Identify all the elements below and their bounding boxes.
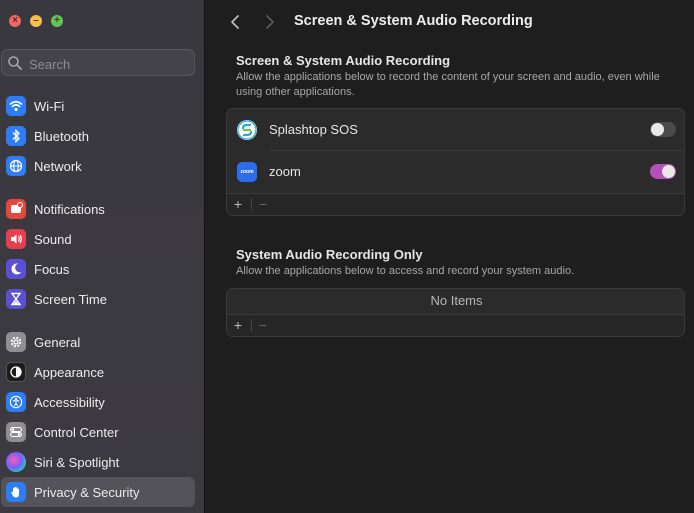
sidebar-item-screen-time[interactable]: Screen Time [1,284,195,314]
sidebar-item-network[interactable]: Network [1,151,195,181]
app-name: zoom [269,164,301,179]
sidebar-item-label: Accessibility [34,394,105,410]
sidebar-item-siri-spotlight[interactable]: Siri & Spotlight [1,447,195,477]
speaker-icon [6,229,26,249]
remove-app-button[interactable]: − [253,196,273,212]
sidebar-item-notifications[interactable]: Notifications [1,194,195,224]
back-button[interactable] [226,12,246,32]
sidebar-item-accessibility[interactable]: Accessibility [1,387,195,417]
section-title-screen-audio: Screen & System Audio Recording [236,53,451,68]
bluetooth-icon [6,126,26,146]
page-title: Screen & System Audio Recording [294,13,533,29]
list-footer: + − [227,193,684,215]
app-name: Splashtop SOS [269,122,358,137]
sidebar-item-label: Notifications [34,201,105,217]
siri-icon [6,452,26,472]
sidebar-item-wifi[interactable]: Wi-Fi [1,91,195,121]
fullscreen-icon: + [54,15,60,26]
empty-list-text: No Items [430,293,483,308]
sidebar-item-bluetooth[interactable]: Bluetooth [1,121,195,151]
zoom-toggle[interactable] [650,164,676,179]
sidebar-item-label: Control Center [34,424,119,440]
sidebar-item-label: Network [34,158,82,174]
appearance-icon [6,362,26,382]
splashtop-icon [237,120,257,140]
footer-divider [251,198,252,211]
globe-icon [6,156,26,176]
sidebar-item-label: Screen Time [34,291,107,307]
zoom-icon: zoom [237,162,257,182]
bell-icon [6,199,26,219]
main-content: Screen & System Audio Recording Screen &… [206,0,694,513]
forward-button[interactable] [259,12,279,32]
splashtop-toggle[interactable] [650,122,676,137]
sidebar-item-control-center[interactable]: Control Center [1,417,195,447]
hand-icon [6,482,26,502]
sidebar-item-label: Sound [34,231,72,247]
sidebar-item-label: General [34,334,81,350]
minimize-window-button[interactable]: – [30,15,42,27]
footer-divider [251,319,252,332]
sidebar-item-label: Focus [34,261,70,277]
section-description-system-audio: Allow the applications below to access a… [236,265,575,277]
sidebar-item-label: Bluetooth [34,128,89,144]
remove-app-button[interactable]: − [253,317,273,333]
accessibility-icon [6,392,26,412]
add-app-button[interactable]: + [228,196,248,212]
system-audio-app-list: No Items + − [226,288,685,337]
app-row-zoom: zoom zoom [227,151,684,193]
sidebar-item-label: Wi-Fi [34,98,65,114]
fullscreen-window-button[interactable]: + [51,15,63,27]
sidebar-item-appearance[interactable]: Appearance [1,357,195,387]
wifi-icon [6,96,26,116]
search-input[interactable] [27,54,191,74]
add-app-button[interactable]: + [228,317,248,333]
sidebar-item-label: Siri & Spotlight [34,454,120,470]
close-window-button[interactable]: × [9,15,21,27]
section-description-screen-audio: Allow the applications below to record t… [236,71,660,98]
window-controls: × – + [9,15,63,27]
moon-icon [6,259,26,279]
close-icon: × [12,15,18,26]
sidebar-item-label: Privacy & Security [34,484,140,500]
list-footer: + − [227,314,684,336]
sidebar-item-label: Appearance [34,364,105,380]
sidebar-item-focus[interactable]: Focus [1,254,195,284]
hourglass-icon [6,289,26,309]
minimize-icon: – [33,15,39,26]
app-row-splashtop: Splashtop SOS [227,109,684,151]
sidebar-item-sound[interactable]: Sound [1,224,195,254]
toggle-knob [662,165,675,178]
sidebar: × – + Wi-Fi Bluetooth [0,0,205,513]
section-title-system-audio: System Audio Recording Only [236,247,423,262]
toggle-knob [651,123,664,136]
gear-icon [6,332,26,352]
search-field[interactable] [1,49,195,76]
search-icon [8,56,22,70]
screen-audio-app-list: Splashtop SOS zoom zoom + − [226,108,685,216]
sidebar-item-general[interactable]: General [1,327,195,357]
sidebar-item-privacy-security[interactable]: Privacy & Security [1,477,195,507]
control-center-icon [6,422,26,442]
